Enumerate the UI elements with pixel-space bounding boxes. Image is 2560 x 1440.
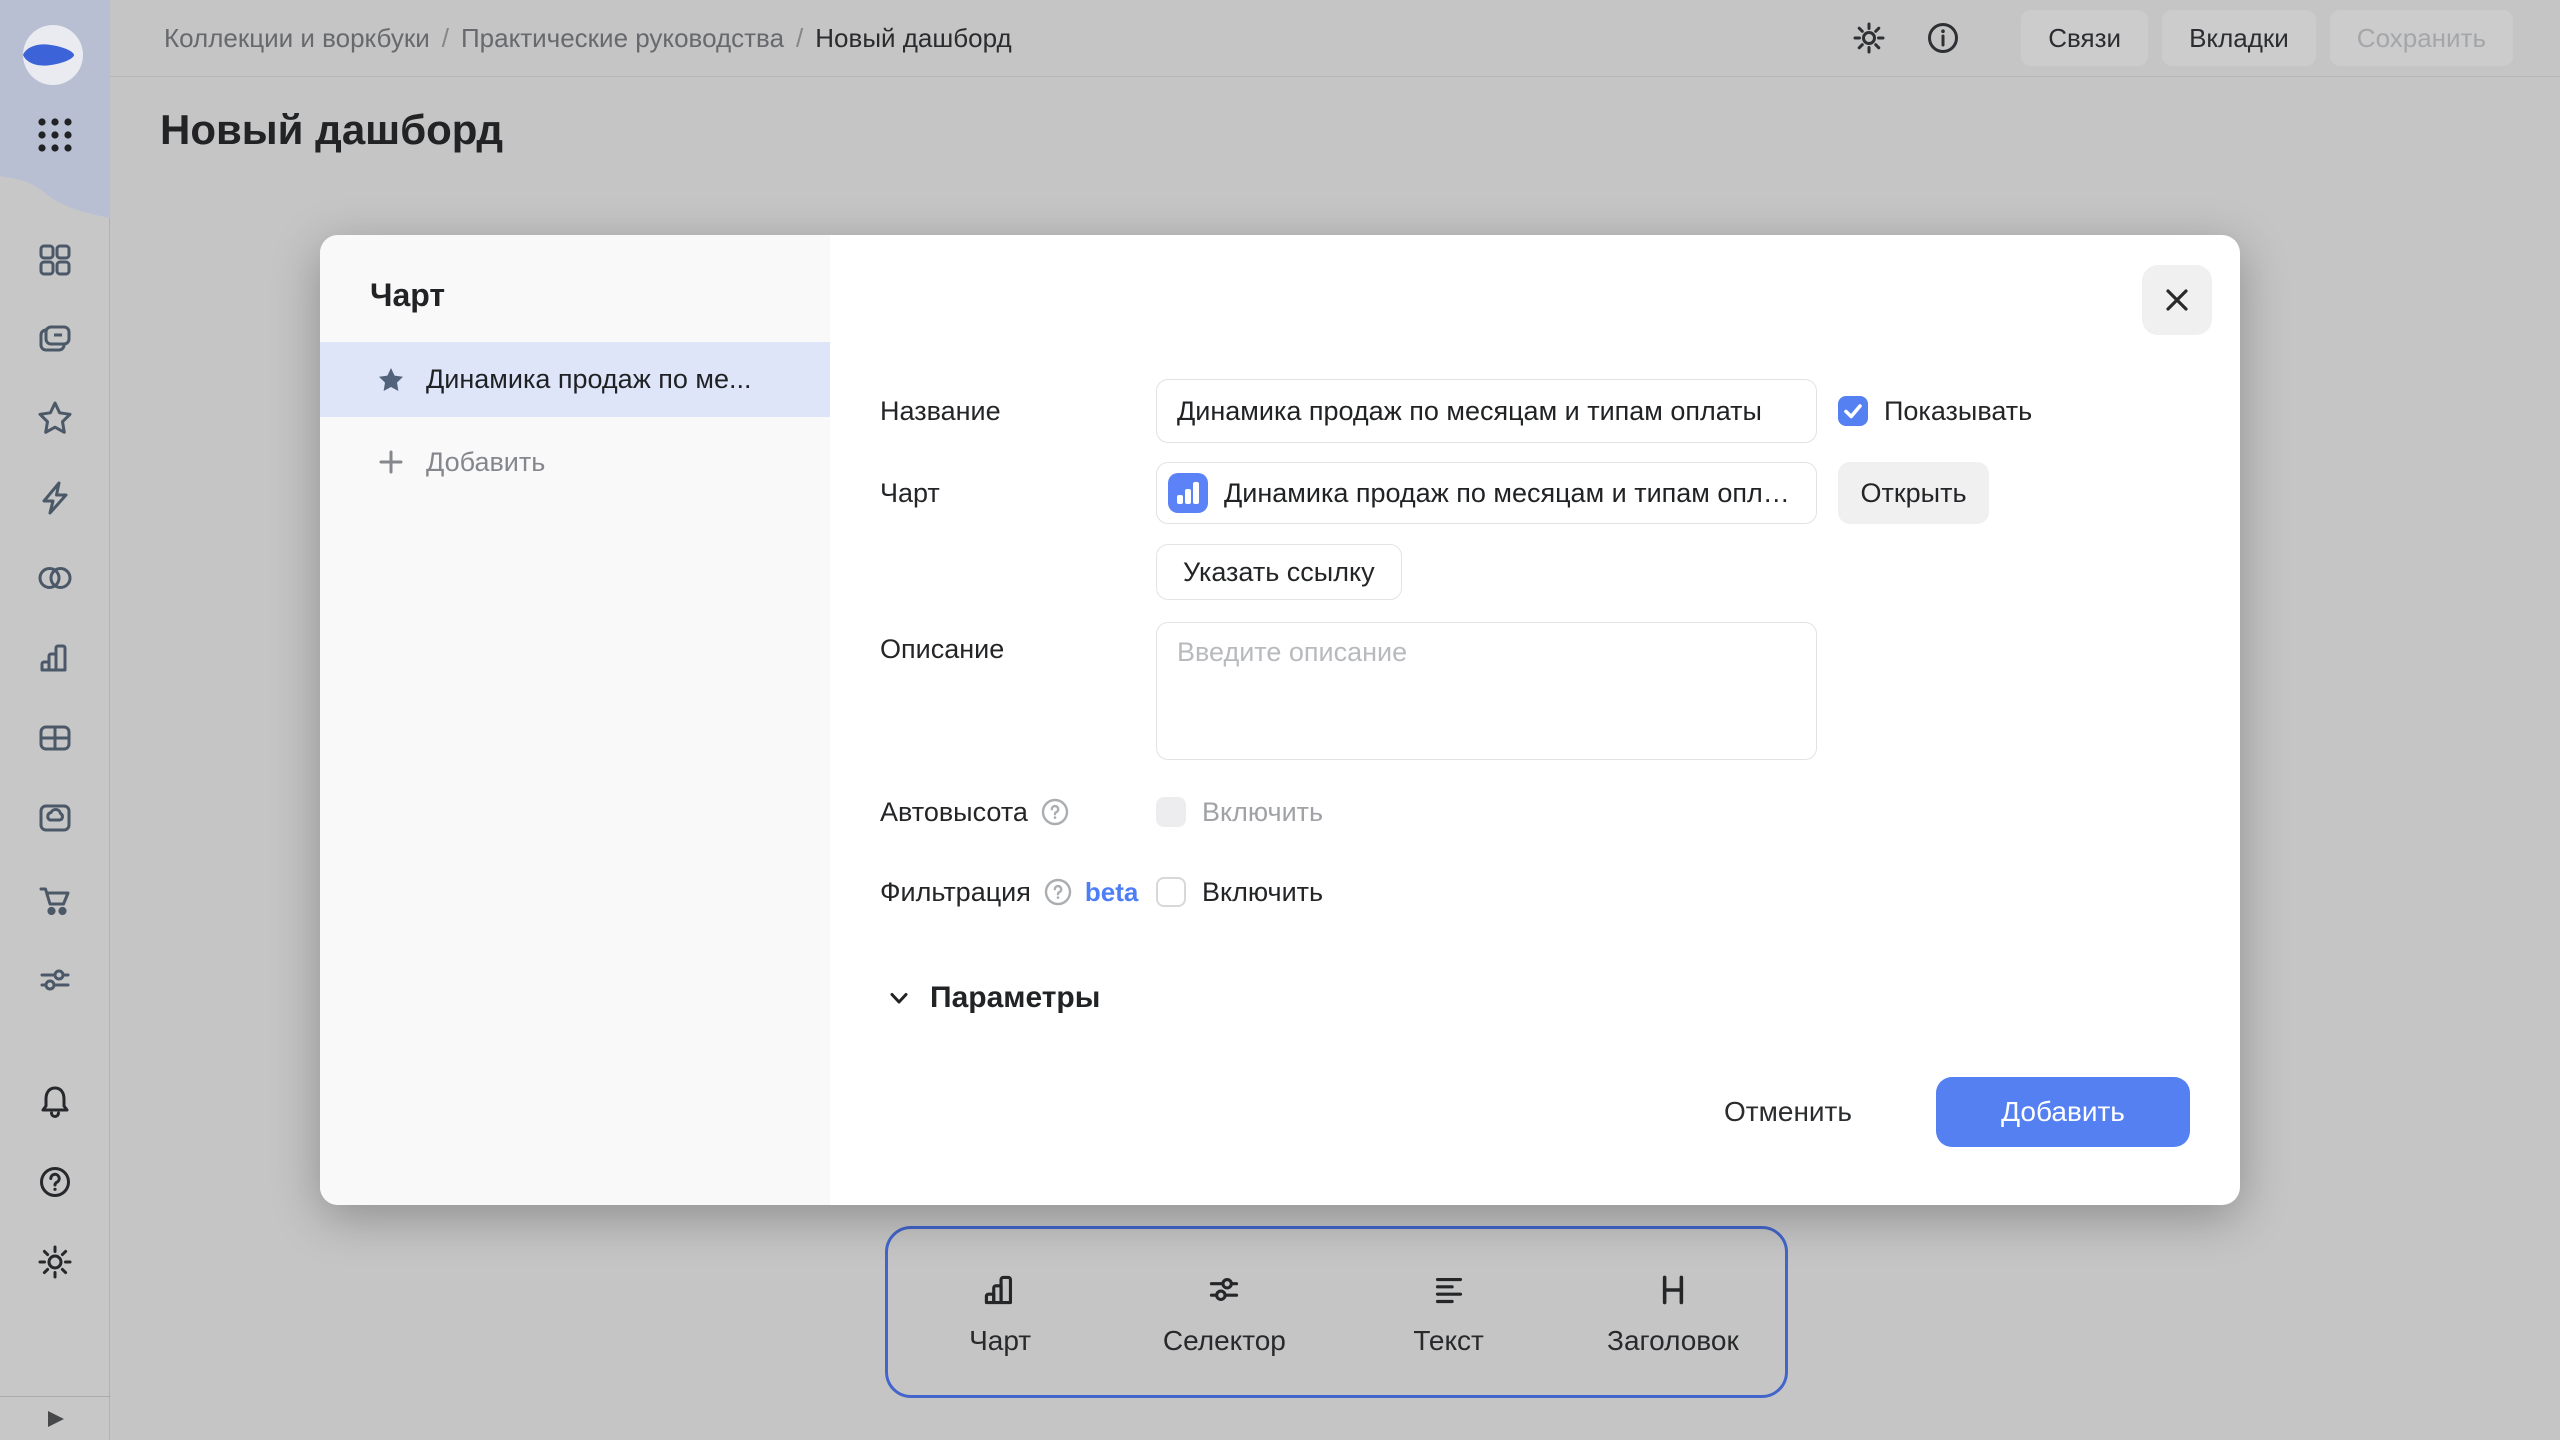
apps-grid-icon[interactable]	[35, 115, 75, 155]
chart-field-label: Чарт	[880, 477, 940, 508]
toolbar-item-text[interactable]: Текст	[1337, 1267, 1561, 1357]
dialog-left-panel: Чарт Динамика продаж по ме... Добавить	[320, 235, 830, 1205]
heading-h-icon	[1650, 1267, 1696, 1313]
params-section-label: Параметры	[930, 981, 1101, 1014]
breadcrumb: Коллекции и воркбуки / Практические руко…	[164, 23, 1012, 54]
open-chart-button[interactable]: Открыть	[1838, 462, 1989, 524]
settings-gear-icon[interactable]	[33, 1240, 77, 1284]
lightning-icon[interactable]	[33, 476, 77, 520]
autoheight-help-icon[interactable]	[1040, 797, 1070, 827]
beta-badge: beta	[1084, 876, 1139, 907]
edit-panel-toolbar: Чарт Селектор Текст Заголовок	[885, 1226, 1788, 1398]
close-icon	[2162, 285, 2192, 315]
breadcrumb-collections[interactable]: Коллекции и воркбуки	[164, 23, 430, 54]
notifications-bell-icon[interactable]	[33, 1080, 77, 1124]
chart-bars-icon	[977, 1267, 1023, 1313]
collections-icon[interactable]	[33, 318, 77, 362]
toolbar-item-selector[interactable]: Селектор	[1112, 1267, 1336, 1357]
save-button[interactable]: Сохранить	[2329, 10, 2513, 66]
toolbar-item-label: Текст	[1413, 1325, 1484, 1356]
cancel-button[interactable]: Отменить	[1698, 1077, 1878, 1147]
chart-list-item-selected[interactable]: Динамика продаж по ме...	[320, 342, 830, 417]
star-icon	[376, 365, 406, 395]
tabs-button[interactable]: Вкладки	[2162, 10, 2316, 66]
expand-play-icon[interactable]	[40, 1404, 70, 1434]
chevron-down-icon	[884, 983, 914, 1013]
links-button[interactable]: Связи	[2021, 10, 2149, 66]
filtering-field-label: Фильтрация beta	[880, 876, 1139, 907]
add-widget-button[interactable]: Добавить	[1936, 1077, 2190, 1147]
folder-cloud-icon[interactable]	[33, 796, 77, 840]
cart-icon[interactable]	[33, 878, 77, 922]
chart-select[interactable]: Динамика продаж по месяцам и типам опла.…	[1156, 462, 1817, 524]
toolbar-item-label: Заголовок	[1607, 1325, 1739, 1356]
description-textarea[interactable]	[1156, 622, 1817, 760]
autoheight-field-label: Автовысота	[880, 782, 1070, 842]
autoheight-checkbox[interactable]	[1156, 797, 1186, 827]
breadcrumb-separator: /	[441, 22, 449, 53]
show-checkbox[interactable]	[1838, 396, 1868, 426]
autoheight-checkbox-label: Включить	[1202, 796, 1324, 827]
checkmark-icon	[1838, 396, 1868, 426]
filtering-help-icon[interactable]	[1043, 877, 1073, 907]
dashboard-settings-gear-icon[interactable]	[1849, 18, 1889, 58]
autoheight-checkbox-row: Включить	[1156, 782, 1323, 842]
page-title: Новый дашборд	[160, 106, 504, 153]
params-section-toggle[interactable]: Параметры	[884, 968, 1100, 1028]
top-header: Коллекции и воркбуки / Практические руко…	[110, 0, 2560, 77]
chart-list-item-label: Динамика продаж по ме...	[426, 364, 752, 394]
filtering-checkbox-row: Включить	[1156, 862, 1323, 922]
bar-chart-icon[interactable]	[33, 636, 77, 680]
show-checkbox-row: Показывать	[1838, 379, 2032, 443]
sidebar-divider	[0, 1396, 110, 1397]
filters-sliders-icon[interactable]	[33, 958, 77, 1002]
name-input[interactable]	[1156, 379, 1817, 443]
datalens-logo[interactable]	[21, 23, 85, 87]
dialog-form: Название Показывать Чарт	[830, 235, 2240, 1205]
toolbar-item-header[interactable]: Заголовок	[1561, 1267, 1785, 1357]
add-tab-button[interactable]: Добавить	[320, 427, 830, 497]
chart-select-value: Динамика продаж по месяцам и типам опла.…	[1224, 477, 1798, 508]
venn-circles-icon[interactable]	[33, 556, 77, 600]
info-icon[interactable]	[1923, 18, 1963, 58]
breadcrumb-guides[interactable]: Практические руководства	[461, 23, 784, 54]
toolbar-item-label: Чарт	[969, 1325, 1032, 1356]
dialog-title: Чарт	[370, 277, 446, 313]
breadcrumb-current: Новый дашборд	[815, 22, 1012, 53]
sidebar	[0, 0, 110, 1440]
text-lines-icon	[1426, 1267, 1472, 1313]
table-icon[interactable]	[33, 716, 77, 760]
add-tab-label: Добавить	[426, 446, 546, 477]
show-checkbox-label[interactable]: Показывать	[1884, 396, 2032, 427]
breadcrumb-separator: /	[796, 22, 804, 53]
help-icon[interactable]	[33, 1160, 77, 1204]
filtering-checkbox[interactable]	[1156, 877, 1186, 907]
specify-link-button[interactable]: Указать ссылку	[1156, 544, 1402, 600]
filtering-checkbox-label[interactable]: Включить	[1202, 877, 1323, 908]
widgets-icon[interactable]	[33, 238, 77, 282]
toolbar-item-label: Селектор	[1162, 1325, 1286, 1356]
favorites-star-icon[interactable]	[33, 396, 77, 440]
toolbar-item-chart[interactable]: Чарт	[888, 1267, 1112, 1357]
add-chart-dialog: Чарт Динамика продаж по ме... Добавить Н…	[320, 235, 2240, 1205]
header-actions: Связи Вкладки Сохранить	[1849, 10, 2513, 66]
name-field-label: Название	[880, 395, 1001, 426]
description-field-label: Описание	[880, 633, 1005, 664]
close-button[interactable]	[2142, 265, 2212, 335]
selector-sliders-icon	[1201, 1267, 1247, 1313]
chart-type-icon	[1168, 473, 1208, 513]
plus-icon	[376, 447, 406, 477]
